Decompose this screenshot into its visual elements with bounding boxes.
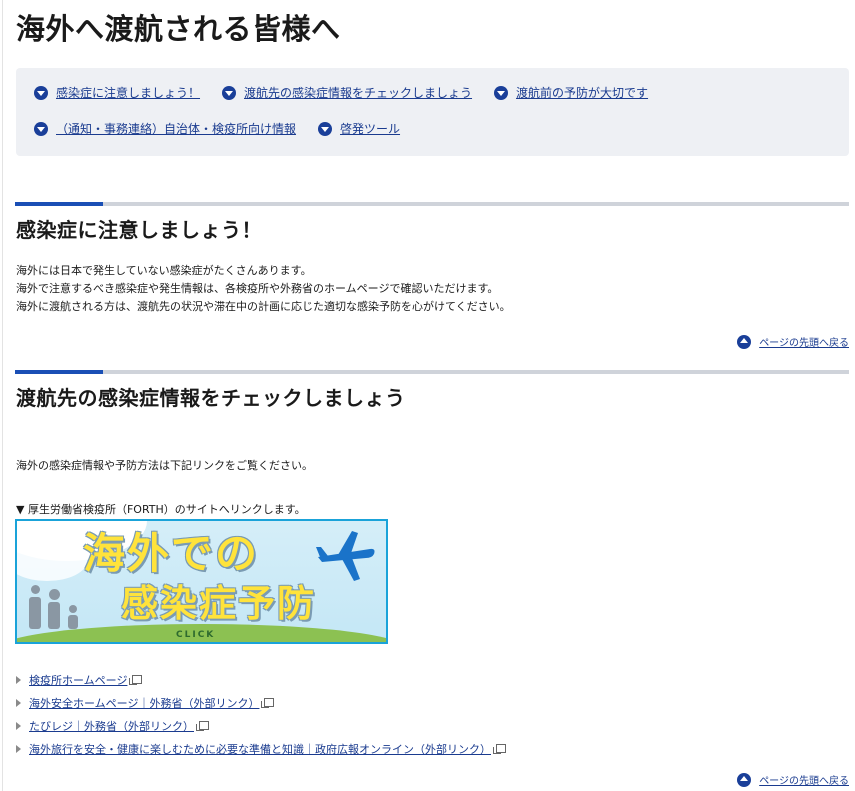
person-head xyxy=(31,585,40,594)
anchor-row: 感染症に注意しましょう！ 渡航先の感染症情報をチェックしましょう 渡航前の予防が… xyxy=(34,85,670,101)
anchor-link-awareness-tools[interactable]: 啓発ツール xyxy=(318,121,400,137)
list-item: たびレジ｜外務省（外部リンク） xyxy=(16,714,506,737)
section-title-check-destination: 渡航先の感染症情報をチェックしましょう xyxy=(16,386,406,410)
back-to-top-label: ページの先頭へ戻る xyxy=(759,776,849,787)
link-tabireji[interactable]: たびレジ｜外務省（外部リンク） xyxy=(29,718,194,734)
list-item: 海外安全ホームページ｜外務省（外部リンク） xyxy=(16,691,506,714)
body-line: 海外で注意するべき感染症や発生情報は、各検疫所や外務省のホームページで確認いただ… xyxy=(16,282,499,295)
anchor-nav: 感染症に注意しましょう！ 渡航先の感染症情報をチェックしましょう 渡航前の予防が… xyxy=(16,68,849,156)
body-line: 海外には日本で発生していない感染症がたくさんあります。 xyxy=(16,264,312,277)
anchor-label: 渡航先の感染症情報をチェックしましょう xyxy=(244,86,473,100)
section-divider xyxy=(15,202,849,206)
external-window-icon xyxy=(493,744,506,754)
link-gov-online[interactable]: 海外旅行を安全・健康に楽しむために必要な準備と知識｜政府広報オンライン（外部リン… xyxy=(29,741,491,757)
chevron-down-circle-icon xyxy=(318,122,333,136)
banner-text-line2: 感染症予防 xyxy=(121,582,316,625)
triangle-right-icon xyxy=(16,721,21,730)
banner-click-label: CLICK xyxy=(176,630,216,640)
body-line: 海外に渡航される方は、渡航先の状況や滞在中の計画に応じた適切な感染予防を心がけて… xyxy=(16,300,511,313)
anchor-label: 啓発ツール xyxy=(340,122,401,136)
external-window-icon xyxy=(261,698,275,708)
person-head xyxy=(69,605,77,613)
cloud-shape xyxy=(17,541,87,581)
link-overseas-safety[interactable]: 海外安全ホームページ｜外務省（外部リンク） xyxy=(29,695,259,711)
left-border xyxy=(2,0,3,791)
anchor-label: 感染症に注意しましょう！ xyxy=(56,86,201,100)
anchor-link-infection-caution[interactable]: 感染症に注意しましょう！ xyxy=(34,85,200,101)
anchor-link-check-destination[interactable]: 渡航先の感染症情報をチェックしましょう xyxy=(222,85,472,101)
back-to-top-link[interactable]: ページの先頭へ戻る xyxy=(737,334,849,349)
chevron-up-circle-icon xyxy=(737,334,752,349)
triangle-right-icon xyxy=(16,698,21,707)
chevron-up-circle-icon xyxy=(737,772,752,787)
person-figure xyxy=(48,602,60,629)
section-divider-accent xyxy=(15,370,103,374)
triangle-right-icon xyxy=(16,675,21,684)
anchor-row: （通知・事務連絡）自治体・検疫所向け情報 啓発ツール xyxy=(34,121,422,137)
back-to-top-link[interactable]: ページの先頭へ戻る xyxy=(737,772,849,787)
section-divider-accent xyxy=(15,202,103,206)
section-divider xyxy=(15,370,849,374)
person-figure xyxy=(68,615,78,629)
page-title: 海外へ渡航される皆様へ xyxy=(16,12,341,46)
list-item: 海外旅行を安全・健康に楽しむために必要な準備と知識｜政府広報オンライン（外部リン… xyxy=(16,737,506,760)
banner-text-line1: 海外での xyxy=(83,529,260,578)
person-head xyxy=(49,589,60,600)
external-window-icon xyxy=(129,675,143,685)
anchor-link-prevention[interactable]: 渡航前の予防が大切です xyxy=(494,85,648,101)
anchor-label: 渡航前の予防が大切です xyxy=(516,86,649,100)
section2-intro: 海外の感染症情報や予防方法は下記リンクをご覧ください。 xyxy=(16,459,313,472)
chevron-down-circle-icon xyxy=(222,86,237,100)
section1-body: 海外には日本で発生していない感染症がたくさんあります。 海外で注意するべき感染症… xyxy=(16,262,511,316)
section-title-infection-caution: 感染症に注意しましょう！ xyxy=(16,218,262,242)
external-link-list: 検疫所ホームページ 海外安全ホームページ｜外務省（外部リンク） たびレジ｜外務省… xyxy=(16,668,506,760)
forth-banner-link[interactable]: 海外での 感染症予防 CLICK xyxy=(15,519,388,644)
forth-link-note: ▼ 厚生労働省検疫所（FORTH）のサイトへリンクします。 xyxy=(16,503,306,516)
triangle-right-icon xyxy=(16,744,21,753)
airplane-icon xyxy=(316,531,375,581)
chevron-down-circle-icon xyxy=(34,122,48,136)
chevron-down-circle-icon xyxy=(494,86,509,100)
link-quarantine-home[interactable]: 検疫所ホームページ xyxy=(29,672,127,688)
chevron-down-circle-icon xyxy=(34,86,48,100)
person-figure xyxy=(29,597,41,629)
list-item: 検疫所ホームページ xyxy=(16,668,506,691)
external-window-icon xyxy=(196,721,209,731)
anchor-link-notifications[interactable]: （通知・事務連絡）自治体・検疫所向け情報 xyxy=(34,121,296,137)
anchor-label: （通知・事務連絡）自治体・検疫所向け情報 xyxy=(56,122,297,136)
back-to-top-label: ページの先頭へ戻る xyxy=(759,338,849,349)
